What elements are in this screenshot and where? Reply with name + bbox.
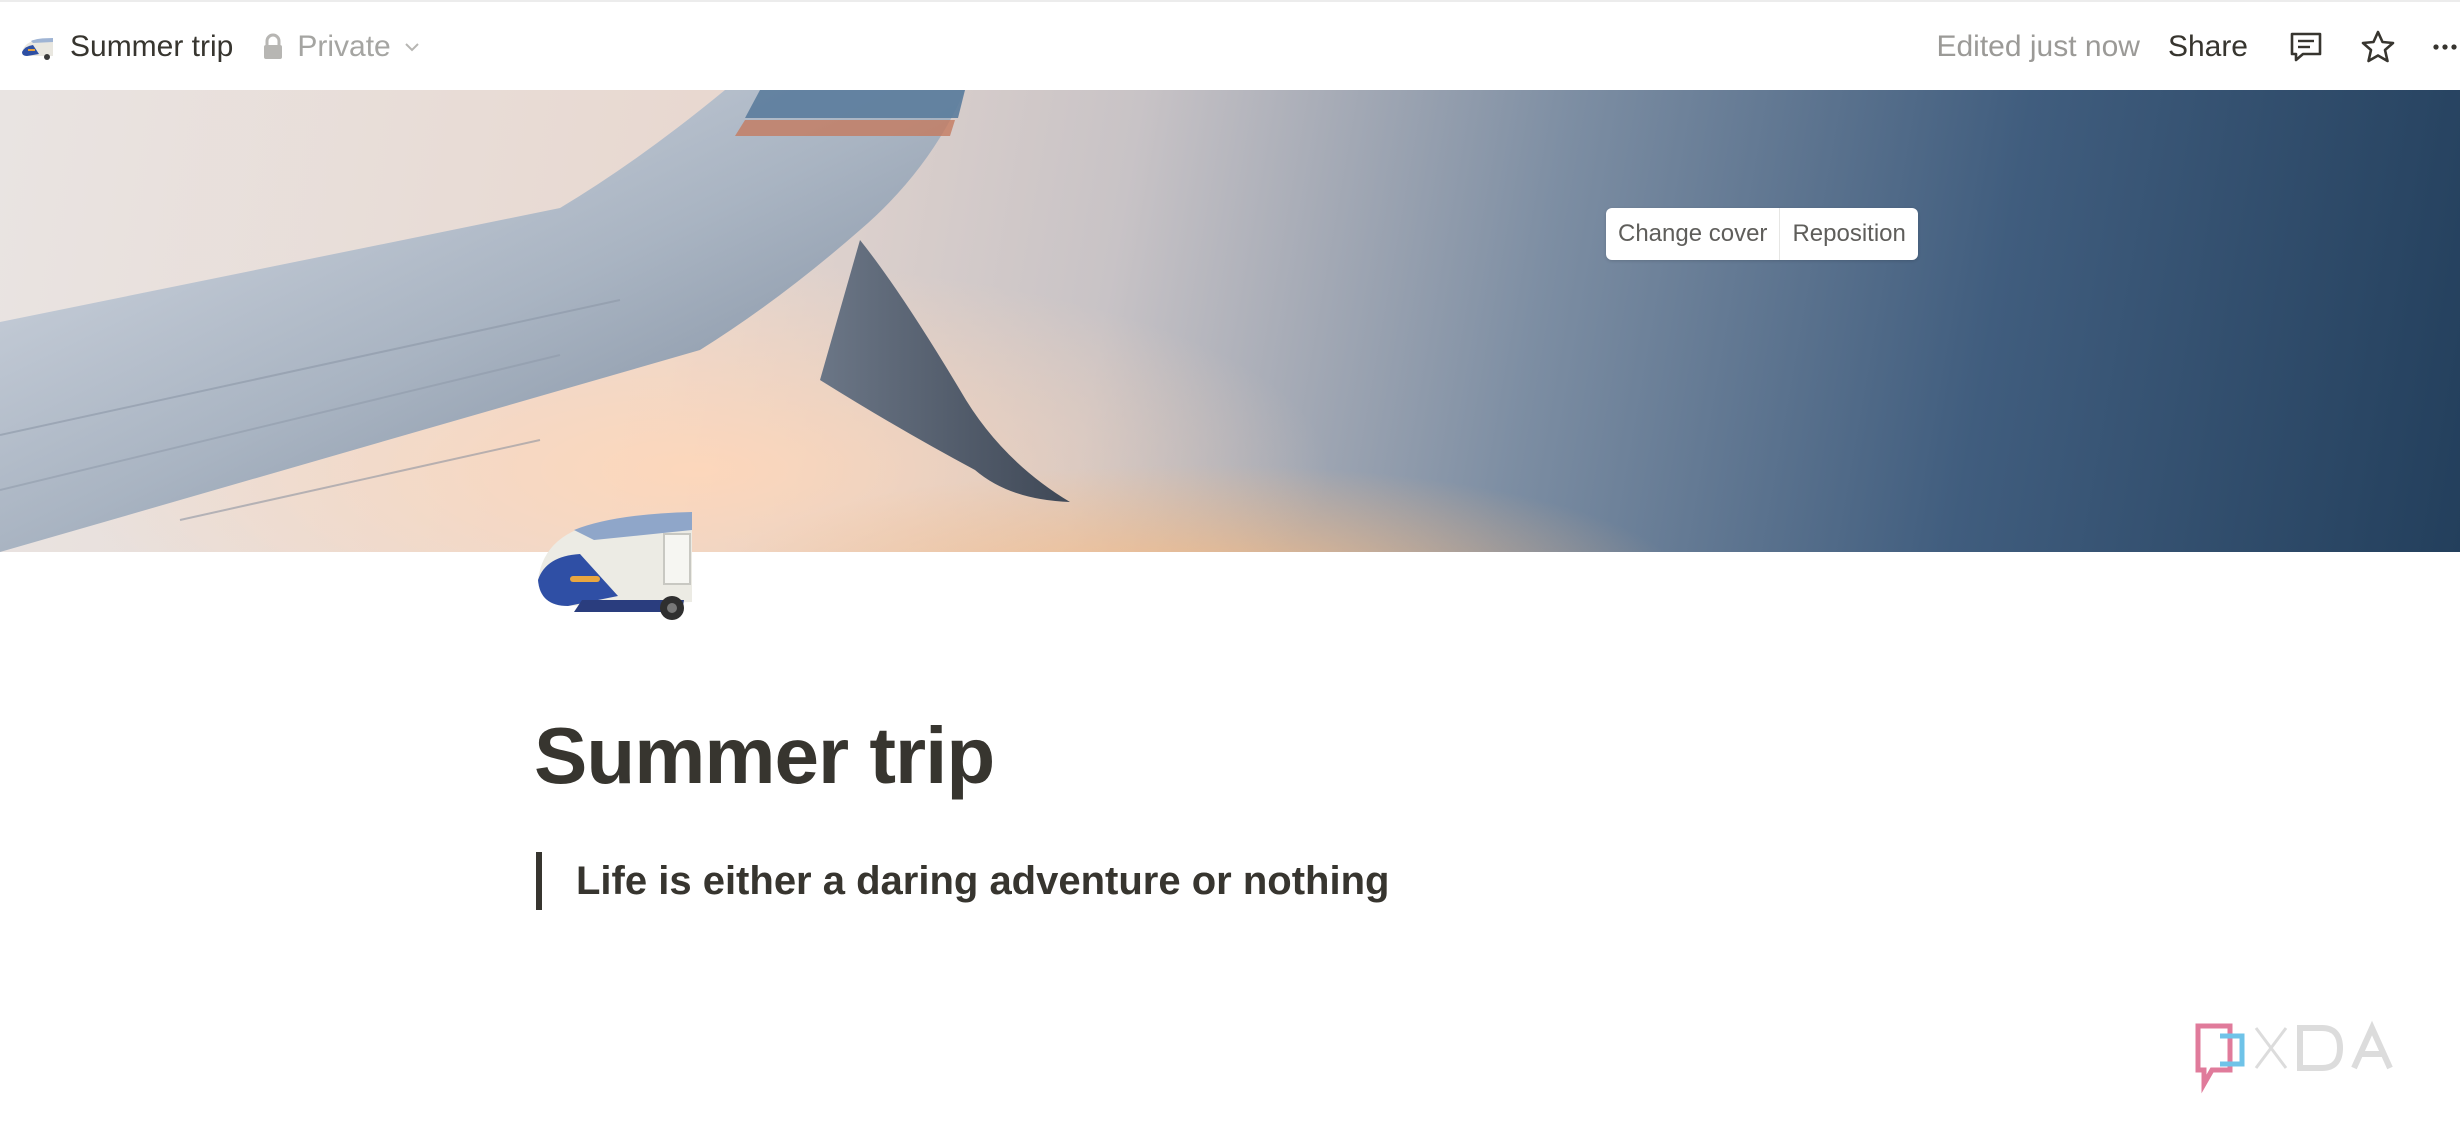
- star-icon[interactable]: [2358, 27, 2398, 67]
- page-title[interactable]: Summer trip: [534, 710, 995, 802]
- topbar-left: Summer trip Private: [18, 24, 421, 70]
- share-button[interactable]: Share: [2168, 30, 2248, 64]
- comment-icon[interactable]: [2286, 27, 2326, 67]
- train-icon[interactable]: [18, 27, 58, 67]
- topbar: Summer trip Private Edited just now Shar…: [0, 0, 2460, 90]
- edited-status: Edited just now: [1936, 30, 2140, 63]
- reposition-button[interactable]: Reposition: [1779, 208, 1917, 260]
- page-icon[interactable]: [534, 500, 694, 624]
- privacy-dropdown[interactable]: Private: [261, 30, 420, 64]
- more-icon[interactable]: [2430, 27, 2460, 67]
- privacy-label: Private: [297, 30, 391, 63]
- high-speed-train-icon: [538, 512, 692, 620]
- cover-controls: Change cover Reposition: [1606, 208, 1918, 260]
- chevron-down-icon: [405, 43, 419, 52]
- change-cover-button[interactable]: Change cover: [1606, 208, 1779, 260]
- xda-watermark-logo: [2190, 1014, 2430, 1094]
- topbar-right: Edited just now Share: [1936, 24, 2460, 70]
- airplane-wing-illustration: [0, 90, 1070, 552]
- breadcrumb-page-title[interactable]: Summer trip: [70, 30, 233, 64]
- cover-image[interactable]: Change cover Reposition: [0, 90, 2460, 552]
- quote-block[interactable]: Life is either a daring adventure or not…: [536, 852, 1389, 910]
- lock-icon: [264, 33, 283, 59]
